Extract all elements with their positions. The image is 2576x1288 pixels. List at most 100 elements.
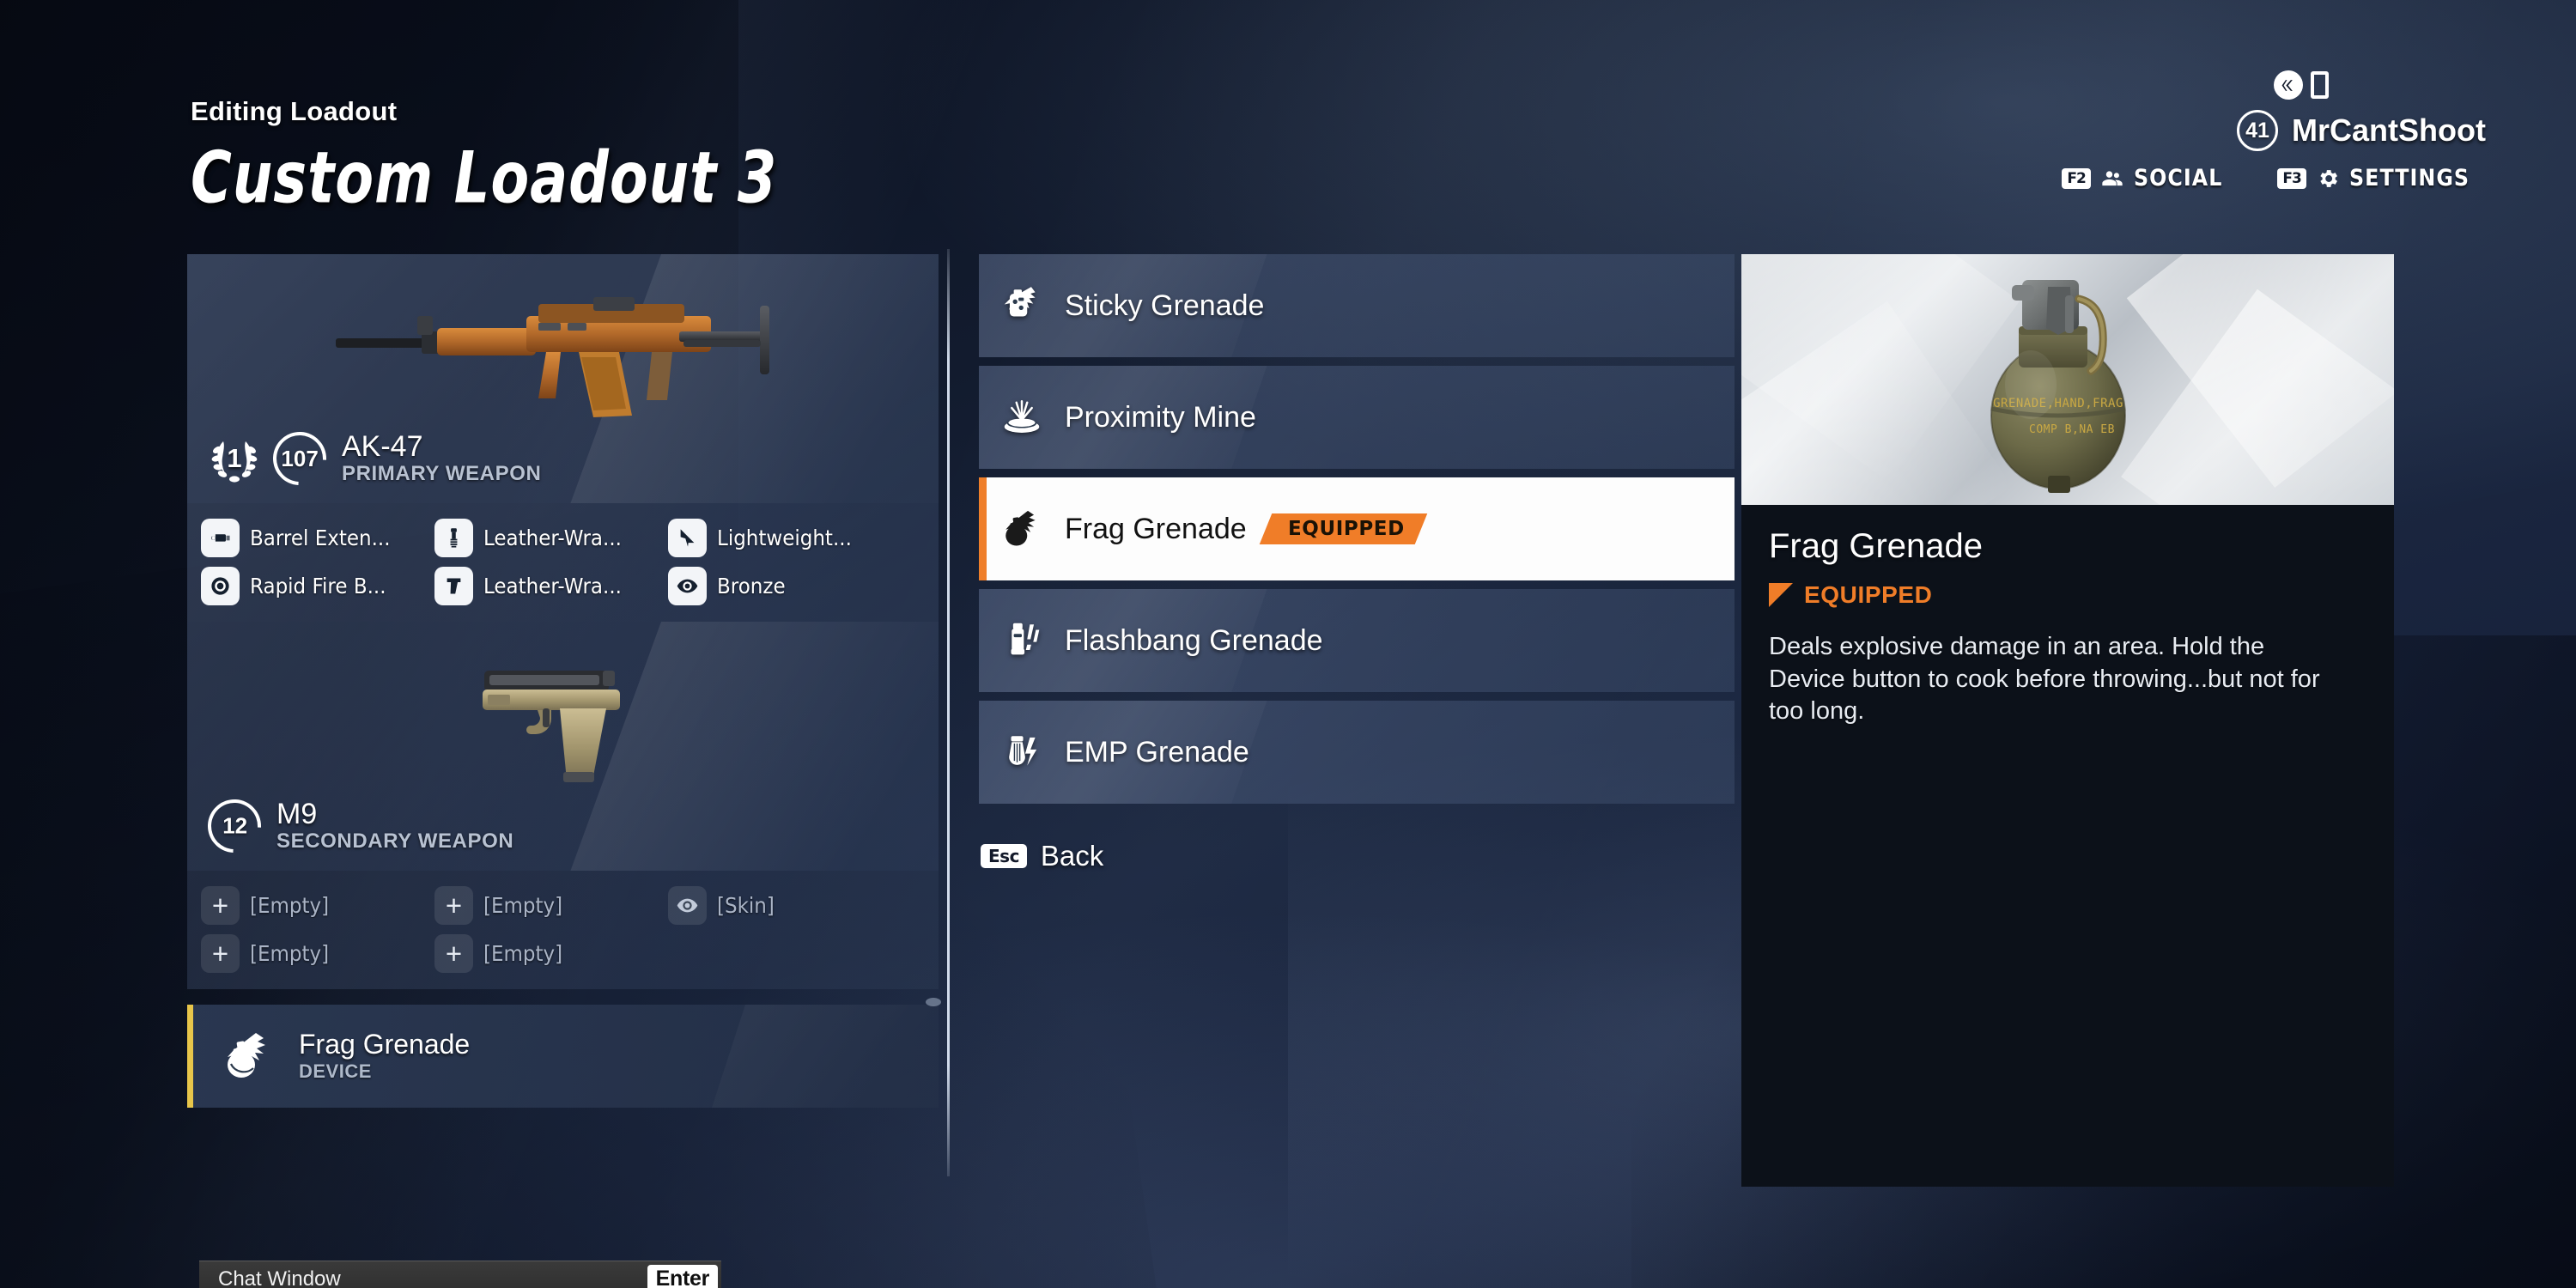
kill-badge-icon (2274, 70, 2303, 100)
frag-grenade-photo: GRENADE,HAND,FRAG COMP B,NA EB (1741, 254, 2394, 505)
chat-label: Chat Window (218, 1267, 341, 1288)
primary-weapon-type: PRIMARY WEAPON (342, 462, 542, 486)
chat-enter-keycap: Enter (647, 1265, 718, 1288)
primary-ammo-ring: 107 (262, 421, 337, 497)
device-text: Frag Grenade DEVICE (299, 1030, 470, 1082)
attachment-slot-empty[interactable]: + [Empty] (434, 933, 668, 973)
attachment-row: + [Empty] + [Empty] (187, 929, 939, 977)
attachment-slot-empty[interactable]: + [Empty] (434, 885, 668, 925)
secondary-ammo-ring: 12 (197, 788, 272, 865)
back-button[interactable]: Esc Back (981, 840, 1735, 872)
kd-indicator (2274, 70, 2329, 100)
device-type: DEVICE (299, 1060, 372, 1082)
pistol-image (187, 641, 939, 804)
device-accent-bar (187, 1005, 193, 1108)
primary-weapon-card[interactable]: 1 107 AK-47 PRIMARY WEAPON (187, 254, 939, 503)
frag-grenade-svg (228, 1033, 265, 1078)
plus-icon: + (434, 885, 473, 925)
attachment-slot-skin[interactable]: [Skin] (668, 885, 902, 925)
attachment-label: Leather-Wra... (483, 525, 622, 550)
attachment-slot-magazine[interactable]: Rapid Fire B... (201, 566, 434, 605)
emp-grenade-icon (998, 731, 1046, 774)
primary-weapon-name: AK-47 (342, 429, 423, 463)
magazine-icon (201, 566, 240, 605)
rank-laurel-icon: 1 (208, 433, 261, 484)
list-item-selected[interactable]: Frag Grenade EQUIPPED (979, 477, 1735, 580)
detail-title: Frag Grenade (1769, 527, 1984, 565)
social-button[interactable]: F2 SOCIAL (2062, 165, 2234, 191)
detail-status-label: EQUIPPED (1804, 581, 1933, 608)
people-icon (2102, 170, 2123, 185)
attachment-row: + [Empty] + [Empty] [Skin] (187, 881, 939, 929)
secondary-weapon-names: M9 SECONDARY WEAPON (276, 799, 513, 854)
panel-divider (947, 249, 950, 1176)
scroll-indicator[interactable] (926, 998, 941, 1006)
grenade-stencil-line2: COMP B,NA EB (2029, 423, 2115, 436)
secondary-weapon-card[interactable]: 12 M9 SECONDARY WEAPON (187, 622, 939, 871)
attachment-slot-barrel[interactable]: Barrel Exten... (201, 518, 434, 557)
primary-weapon-names: AK-47 PRIMARY WEAPON (342, 429, 542, 486)
primary-attachments: Barrel Exten... Leather-Wra... Lightweig… (187, 503, 939, 622)
sight-icon (668, 518, 707, 557)
detail-panel: GRENADE,HAND,FRAG COMP B,NA EB Frag Gren… (1741, 254, 2394, 1187)
attachment-row: Barrel Exten... Leather-Wra... Lightweig… (187, 513, 939, 562)
device-slot[interactable]: Frag Grenade DEVICE (187, 1005, 939, 1108)
list-item-label: Frag Grenade (1065, 512, 1247, 545)
grenade-render-svg: GRENADE,HAND,FRAG COMP B,NA EB (1990, 280, 2126, 493)
attachment-label: [Empty] (483, 892, 563, 918)
chat-window[interactable]: Chat Window Enter (199, 1261, 721, 1288)
settings-label: SETTINGS (2348, 165, 2470, 191)
detail-status-badge: EQUIPPED (1769, 581, 2366, 609)
social-keycap: F2 (2062, 167, 2091, 189)
skin-eye-icon (668, 566, 707, 605)
equipped-badge: EQUIPPED (1259, 513, 1427, 544)
primary-weapon-meta: 1 107 AK-47 PRIMARY WEAPON (208, 421, 542, 497)
attachment-slot-skin[interactable]: Bronze (668, 566, 902, 605)
page-title: Custom Loadout 3 (191, 137, 778, 221)
flashbang-icon (998, 619, 1046, 662)
proximity-mine-icon (998, 396, 1046, 439)
settings-keycap: F3 (2277, 167, 2306, 189)
barrel-icon (201, 518, 240, 557)
player-level: 41 (2237, 110, 2279, 151)
device-selection-list: Sticky Grenade Proximity Mine Frag Grena… (979, 254, 1735, 872)
loadout-panel: 1 107 AK-47 PRIMARY WEAPON Barrel Exten.… (187, 254, 939, 1108)
social-label: SOCIAL (2133, 165, 2223, 191)
chevron-left-icon (2281, 79, 2293, 91)
settings-button[interactable]: F3 SETTINGS (2277, 165, 2486, 191)
attachment-label: [Empty] (250, 940, 330, 966)
rank-number: 1 (227, 443, 242, 474)
secondary-ammo-count: 12 (222, 812, 247, 839)
player-name: MrCantShoot (2292, 112, 2486, 148)
attachment-slot-grip[interactable]: Leather-Wra... (434, 518, 668, 557)
attachment-slot-pistolgrip[interactable]: Leather-Wra... (434, 566, 668, 605)
secondary-weapon-meta: 12 M9 SECONDARY WEAPON (197, 788, 513, 865)
ak47-svg (335, 297, 769, 417)
list-item[interactable]: Sticky Grenade (979, 254, 1735, 357)
frag-grenade-icon (220, 1030, 276, 1083)
attachment-label: Bronze (717, 573, 786, 598)
detail-description: Deals explosive damage in an area. Hold … (1769, 633, 2320, 726)
attachment-label: Barrel Exten... (250, 525, 391, 550)
attachment-label: Lightweight... (717, 525, 852, 550)
hud-key-hints: F2 SOCIAL F3 SETTINGS (2062, 165, 2486, 191)
grip-icon (434, 518, 473, 557)
list-item[interactable]: Flashbang Grenade (979, 589, 1735, 692)
attachment-label: [Empty] (483, 940, 563, 966)
secondary-weapon-type: SECONDARY WEAPON (276, 829, 514, 854)
list-item[interactable]: Proximity Mine (979, 366, 1735, 469)
attachment-slot-empty[interactable]: + [Empty] (201, 885, 434, 925)
detail-body: Frag Grenade EQUIPPED Deals explosive da… (1741, 505, 2394, 728)
gear-icon (2320, 169, 2337, 187)
attachment-label: Rapid Fire B... (250, 573, 386, 598)
esc-keycap: Esc (981, 844, 1027, 868)
attachment-row: Rapid Fire B... Leather-Wra... Bronze (187, 562, 939, 610)
page-subtitle: Editing Loadout (191, 96, 398, 126)
device-name: Frag Grenade (299, 1029, 471, 1060)
selection-bar (979, 477, 987, 580)
attachment-label: [Skin] (717, 892, 775, 918)
plus-icon: + (201, 933, 240, 973)
attachment-slot-empty[interactable]: + [Empty] (201, 933, 434, 973)
list-item[interactable]: EMP Grenade (979, 701, 1735, 804)
attachment-slot-sight[interactable]: Lightweight... (668, 518, 902, 557)
